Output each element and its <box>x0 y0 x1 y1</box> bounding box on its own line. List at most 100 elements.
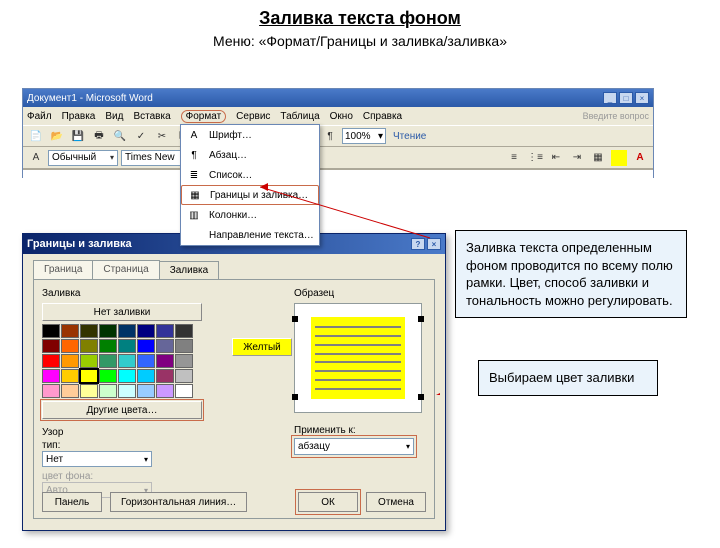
menu-item-icon: ≣ <box>185 170 203 181</box>
dialog-tabs: Граница Страница Заливка <box>33 260 435 279</box>
color-swatch[interactable] <box>61 324 79 338</box>
menu-help[interactable]: Справка <box>363 111 402 122</box>
pattern-type-combo[interactable]: Нет▾ <box>42 451 152 467</box>
styles-pane-icon[interactable]: A <box>27 149 45 167</box>
apply-to-label: Применить к: <box>294 425 414 436</box>
color-swatch[interactable] <box>175 354 193 368</box>
show-marks-icon[interactable]: ¶ <box>321 127 339 145</box>
color-swatch[interactable] <box>118 354 136 368</box>
cancel-button[interactable]: Отмена <box>366 492 426 512</box>
reading-layout-button[interactable]: Чтение <box>389 127 430 145</box>
tab-page[interactable]: Страница <box>92 260 159 279</box>
color-swatch[interactable] <box>42 384 60 398</box>
menu-table[interactable]: Таблица <box>280 111 319 122</box>
color-swatch[interactable] <box>118 384 136 398</box>
format-menu-item[interactable]: ▥Колонки… <box>181 205 319 225</box>
color-swatch[interactable] <box>118 324 136 338</box>
format-menu-item[interactable]: ≣Список… <box>181 165 319 185</box>
outdent-icon[interactable]: ⇤ <box>547 149 565 167</box>
color-swatch[interactable] <box>80 339 98 353</box>
color-swatch[interactable] <box>118 339 136 353</box>
more-colors-button[interactable]: Другие цвета… <box>42 401 202 419</box>
color-swatch[interactable] <box>137 339 155 353</box>
format-menu-item[interactable]: ▦Границы и заливка… <box>181 185 319 205</box>
highlight-icon[interactable] <box>610 149 628 167</box>
color-swatch[interactable] <box>42 324 60 338</box>
menu-window[interactable]: Окно <box>330 111 353 122</box>
indent-icon[interactable]: ⇥ <box>568 149 586 167</box>
page-heading: Заливка текста фоном <box>0 8 720 29</box>
color-swatch[interactable] <box>42 354 60 368</box>
color-swatch[interactable] <box>156 324 174 338</box>
new-doc-icon[interactable]: 📄 <box>27 127 45 145</box>
color-swatch[interactable] <box>137 369 155 383</box>
word-app-window: Документ1 - Microsoft Word _ □ × Файл Пр… <box>22 88 654 178</box>
horizontal-line-button[interactable]: Горизонтальная линия… <box>110 492 247 512</box>
open-icon[interactable]: 📂 <box>48 127 66 145</box>
color-swatch[interactable] <box>99 354 117 368</box>
minimize-button[interactable]: _ <box>603 92 617 104</box>
save-icon[interactable]: 💾 <box>69 127 87 145</box>
color-swatch[interactable] <box>80 384 98 398</box>
menu-item-label: Шрифт… <box>209 130 252 141</box>
apply-to-combo[interactable]: абзацу▾ <box>294 438 414 455</box>
menu-insert[interactable]: Вставка <box>133 111 170 122</box>
menu-view[interactable]: Вид <box>105 111 123 122</box>
menu-format[interactable]: Формат <box>181 110 227 123</box>
ask-question-box[interactable]: Введите вопрос <box>583 111 649 121</box>
format-menu-item[interactable]: AШрифт… <box>181 125 319 145</box>
color-swatch[interactable] <box>61 354 79 368</box>
numbered-list-icon[interactable]: ≡ <box>505 149 523 167</box>
format-menu-item[interactable]: Направление текста… <box>181 225 319 245</box>
color-swatch[interactable] <box>118 369 136 383</box>
color-swatch[interactable] <box>156 354 174 368</box>
color-swatch[interactable] <box>80 354 98 368</box>
color-swatch[interactable] <box>80 369 98 383</box>
color-swatch[interactable] <box>175 324 193 338</box>
maximize-button[interactable]: □ <box>619 92 633 104</box>
color-swatch[interactable] <box>61 384 79 398</box>
color-swatch[interactable] <box>137 384 155 398</box>
dialog-close-button[interactable]: × <box>427 238 441 250</box>
format-menu-item[interactable]: ¶Абзац… <box>181 145 319 165</box>
menu-edit[interactable]: Правка <box>62 111 96 122</box>
color-swatch[interactable] <box>175 384 193 398</box>
color-swatch[interactable] <box>42 339 60 353</box>
color-swatch[interactable] <box>137 354 155 368</box>
color-swatch[interactable] <box>99 369 117 383</box>
print-icon[interactable]: 🖶 <box>90 127 108 145</box>
borders-shading-dialog: Границы и заливка ? × Граница Страница З… <box>22 233 446 531</box>
color-swatch[interactable] <box>156 384 174 398</box>
ok-button[interactable]: ОК <box>298 492 358 512</box>
toolbar-button[interactable]: Панель <box>42 492 102 512</box>
font-color-icon[interactable]: A <box>631 149 649 167</box>
no-fill-button[interactable]: Нет заливки <box>42 303 202 321</box>
color-swatch[interactable] <box>99 384 117 398</box>
tab-fill[interactable]: Заливка <box>159 261 220 280</box>
style-combo[interactable]: Обычный▾ <box>48 150 118 166</box>
borders-icon[interactable]: ▦ <box>589 149 607 167</box>
color-swatch[interactable] <box>137 324 155 338</box>
color-swatch[interactable] <box>42 369 60 383</box>
selected-color-name: Желтый <box>232 338 292 356</box>
zoom-combo[interactable]: 100%▾ <box>342 128 386 144</box>
color-swatch[interactable] <box>99 339 117 353</box>
tab-border[interactable]: Граница <box>33 260 93 279</box>
preview-icon[interactable]: 🔍 <box>111 127 129 145</box>
color-swatch[interactable] <box>99 324 117 338</box>
color-swatch[interactable] <box>156 339 174 353</box>
dialog-help-button[interactable]: ? <box>411 238 425 250</box>
color-swatch[interactable] <box>80 324 98 338</box>
spell-icon[interactable]: ✓ <box>132 127 150 145</box>
color-swatch[interactable] <box>175 369 193 383</box>
color-swatch[interactable] <box>61 369 79 383</box>
close-button[interactable]: × <box>635 92 649 104</box>
color-swatch[interactable] <box>61 339 79 353</box>
menu-service[interactable]: Сервис <box>236 111 270 122</box>
cut-icon[interactable]: ✂ <box>153 127 171 145</box>
color-swatch[interactable] <box>175 339 193 353</box>
bulleted-list-icon[interactable]: ⋮≡ <box>526 149 544 167</box>
color-swatch[interactable] <box>156 369 174 383</box>
word-menubar: Файл Правка Вид Вставка Формат Сервис Та… <box>23 107 653 125</box>
menu-file[interactable]: Файл <box>27 111 52 122</box>
